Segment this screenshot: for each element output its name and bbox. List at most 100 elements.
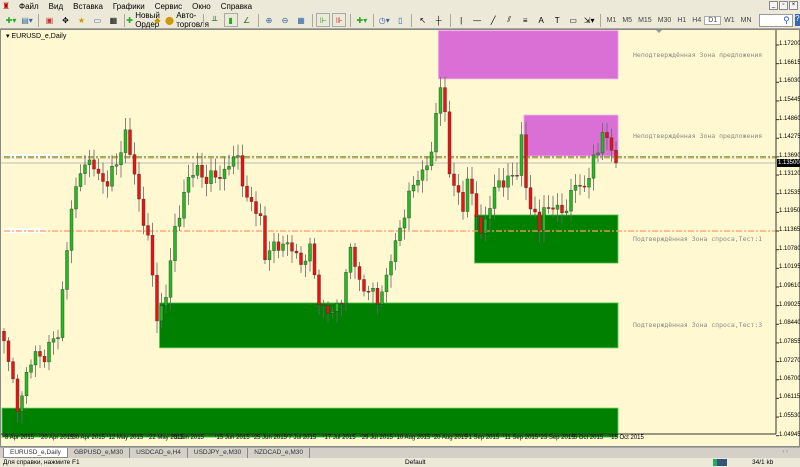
chart-window[interactable]: ▾ EURUSD_e,Daily Неподтверждённая Зона п… (0, 29, 800, 447)
bear-candle (294, 250, 299, 254)
date-tick-label: 3 Jun 2015 (174, 435, 204, 441)
fibonacci-icon[interactable]: ≡ (518, 13, 532, 27)
bear-candle (461, 192, 465, 212)
tab-scroll-arrows[interactable]: ‹ › (782, 449, 788, 455)
price-tick-label: 1.17200 (779, 41, 800, 47)
trendline-icon[interactable]: ╱ (486, 13, 500, 27)
bull-candle (425, 165, 429, 171)
bear-candle (258, 213, 263, 216)
bull-candle (236, 155, 240, 158)
new-order-button[interactable]: ✚ Новый Ордер (126, 11, 160, 29)
supply-zone-label: Неподтверждённая Зона предложения (633, 131, 763, 140)
bull-candle (87, 159, 92, 166)
indicators-icon[interactable]: ✚▾ (355, 13, 369, 27)
tester-icon[interactable]: ▦ (106, 13, 120, 27)
search-icon[interactable]: ⚲ (783, 15, 790, 26)
chart-shift-icon[interactable]: ⊪ (332, 13, 347, 27)
data-window-icon[interactable]: ✥ (58, 13, 72, 27)
text-icon[interactable]: A (534, 13, 548, 27)
rectangle-icon[interactable]: ▭ (566, 13, 580, 27)
candlestick-icon[interactable]: ▮ (223, 13, 238, 27)
equidistant-channel-icon[interactable]: ⫽ (502, 13, 516, 27)
timeframe-d1[interactable]: D1 (704, 15, 722, 25)
terminal-icon[interactable]: ▭ (90, 13, 104, 27)
bear-candle (339, 302, 344, 305)
tab-usdjpy-m30[interactable]: USDJPY_e,M30 (188, 448, 249, 458)
text-label-icon[interactable]: T (550, 13, 564, 27)
price-tick-label: 1.07270 (779, 357, 800, 364)
chart-symbol-label: EURUSD_e,Daily (11, 33, 67, 40)
bear-candle (240, 155, 245, 187)
bar-chart-icon[interactable]: ╨ (208, 13, 222, 27)
bull-candle (587, 178, 591, 188)
demand-zone-label: Подтверждённая Зона спроса,Тест:1 (633, 234, 763, 243)
menu-insert[interactable]: Вставка (68, 2, 108, 11)
timeframe-h4[interactable]: H4 (689, 17, 704, 24)
timeframe-mn[interactable]: MN (738, 17, 755, 24)
bull-candle (222, 168, 227, 179)
price-tick-label: 1.14275 (779, 134, 800, 141)
bull-candle (272, 241, 276, 251)
bull-candle (506, 175, 510, 188)
menu-tools[interactable]: Сервис (150, 2, 187, 11)
horizontal-line-icon[interactable]: — (470, 13, 484, 27)
bull-candle (173, 226, 177, 261)
price-tick-label: 1.15445 (779, 96, 800, 103)
help-icon[interactable]: ? (794, 14, 800, 26)
bull-candle (74, 186, 78, 210)
periods-icon[interactable]: ◷▾ (377, 13, 391, 27)
demand-zone-label: Подтверждённая Зона спроса,Тест:3 (633, 321, 763, 330)
bear-candle (15, 378, 20, 412)
bull-candle (420, 169, 425, 181)
timeframe-h1[interactable]: H1 (674, 17, 689, 24)
new-chart-icon[interactable]: ✚▾ (4, 13, 18, 27)
timeframe-m30[interactable]: M30 (655, 17, 675, 24)
date-tick-label: 10 Aug 2015 (396, 435, 431, 441)
arrows-icon[interactable]: ⇲▾ (582, 13, 596, 27)
menu-help[interactable]: Справка (216, 2, 257, 11)
tab-gbpusd-m30[interactable]: GBPUSD_e,M30 (68, 448, 131, 458)
menu-file[interactable]: Файл (14, 2, 44, 11)
date-tick-label: 17 Jul 2015 (324, 435, 356, 441)
zoom-in-icon[interactable]: ⊕ (262, 13, 276, 27)
close-button[interactable]: × (789, 1, 798, 10)
vertical-line-icon[interactable]: | (454, 13, 468, 27)
tile-windows-icon[interactable]: ▦ (294, 13, 308, 27)
menu-window[interactable]: Окно (187, 2, 216, 11)
profiles-icon[interactable]: ▤▾ (20, 13, 34, 27)
bear-candle (105, 181, 110, 187)
tab-usdcad-h4[interactable]: USDCAD_e,H4 (130, 448, 188, 458)
cursor-icon[interactable]: ↖ (416, 13, 430, 27)
crosshair-icon[interactable]: ┼ (432, 13, 446, 27)
market-watch-icon[interactable]: ▣ (42, 13, 56, 27)
menu-charts[interactable]: Графики (108, 2, 150, 11)
price-tick-label: 1.16615 (779, 59, 800, 66)
templates-icon[interactable]: ▯ (393, 13, 407, 27)
timeframe-m5[interactable]: M5 (619, 17, 635, 24)
date-tick-label: 1 Sep 2015 (468, 435, 500, 441)
menu-bar: ♜ Файл Вид Вставка Графики Сервис Окно С… (0, 0, 800, 12)
menu-view[interactable]: Вид (44, 2, 68, 11)
bear-candle (128, 129, 132, 155)
tab-eurusd-daily[interactable]: EURUSD_e,Daily (3, 448, 68, 458)
timeframe-m15[interactable]: M15 (635, 17, 655, 24)
timeframe-m1[interactable]: M1 (604, 17, 620, 24)
line-chart-icon[interactable]: ∠ (240, 13, 254, 27)
restore-button[interactable]: ▫ (779, 1, 788, 10)
timeframe-w1[interactable]: W1 (721, 17, 738, 24)
bull-candle (47, 341, 51, 363)
bear-candle (263, 215, 267, 260)
app-logo-icon: ♜ (2, 1, 11, 11)
date-tick-label: 25 Jun 2015 (253, 435, 287, 441)
bull-candle (591, 154, 596, 179)
navigator-icon[interactable]: ★ (74, 13, 88, 27)
bear-candle (578, 185, 582, 187)
zoom-out-icon[interactable]: ⊖ (278, 13, 292, 27)
bear-candle (137, 173, 141, 200)
minimize-button[interactable]: _ (769, 1, 778, 10)
tab-nzdcad-m30[interactable]: NZDCAD_e,M30 (248, 448, 310, 458)
auto-scroll-icon[interactable]: ⊩ (316, 13, 331, 27)
search-input[interactable]: ⚲ (758, 13, 793, 27)
bull-candle (371, 288, 375, 292)
auto-trading-button[interactable]: ◆ ⬤ Авто-торговля (154, 11, 209, 29)
